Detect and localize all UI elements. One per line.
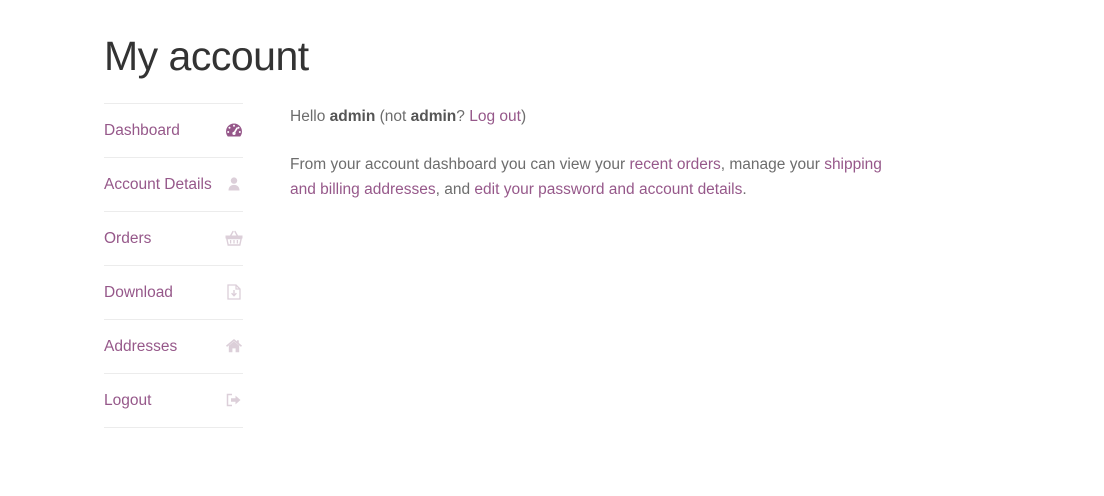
sign-out-icon [225, 391, 243, 409]
sidebar-item-label: Account Details [104, 176, 212, 193]
my-account-page: My account Dashboard Account Details Ord… [0, 0, 1104, 496]
sidebar-item-label: Logout [104, 392, 152, 409]
home-icon [225, 337, 243, 355]
user-icon [225, 175, 243, 193]
sidebar-item-download[interactable]: Download [104, 266, 243, 320]
sidebar-item-addresses[interactable]: Addresses [104, 320, 243, 374]
description-text: , manage your [720, 156, 825, 173]
username: admin [329, 108, 376, 125]
greeting-close-paren: ) [520, 108, 527, 125]
sidebar-item-dashboard[interactable]: Dashboard [104, 104, 243, 158]
logout-link[interactable]: Log out [469, 108, 521, 125]
dashboard-description: From your account dashboard you can view… [290, 152, 910, 202]
greeting-question: ? [456, 108, 470, 125]
sidebar-item-orders[interactable]: Orders [104, 212, 243, 266]
description-text: From your account dashboard you can view… [290, 156, 630, 173]
account-details-link[interactable]: edit your password and account details [474, 181, 742, 198]
sidebar-item-label: Dashboard [104, 122, 180, 139]
recent-orders-link[interactable]: recent orders [629, 156, 720, 173]
description-text: , and [435, 181, 475, 198]
greeting-prefix: Hello [290, 108, 330, 125]
account-navigation: Dashboard Account Details Orders Downloa… [104, 103, 243, 428]
dashboard-content: Hello admin (not admin? Log out) From yo… [290, 104, 910, 202]
greeting-paragraph: Hello admin (not admin? Log out) [290, 104, 910, 129]
not-username: admin [410, 108, 457, 125]
shopping-basket-icon [225, 229, 243, 247]
sidebar-item-label: Orders [104, 230, 152, 247]
sidebar-item-label: Download [104, 284, 173, 301]
dashboard-gauge-icon [225, 121, 243, 139]
sidebar-item-logout[interactable]: Logout [104, 374, 243, 428]
file-download-icon [225, 283, 243, 301]
sidebar-item-label: Addresses [104, 338, 178, 355]
sidebar-item-account-details[interactable]: Account Details [104, 158, 243, 212]
page-title: My account [104, 33, 309, 79]
description-text: . [742, 181, 747, 198]
greeting-not-prefix: (not [375, 108, 411, 125]
